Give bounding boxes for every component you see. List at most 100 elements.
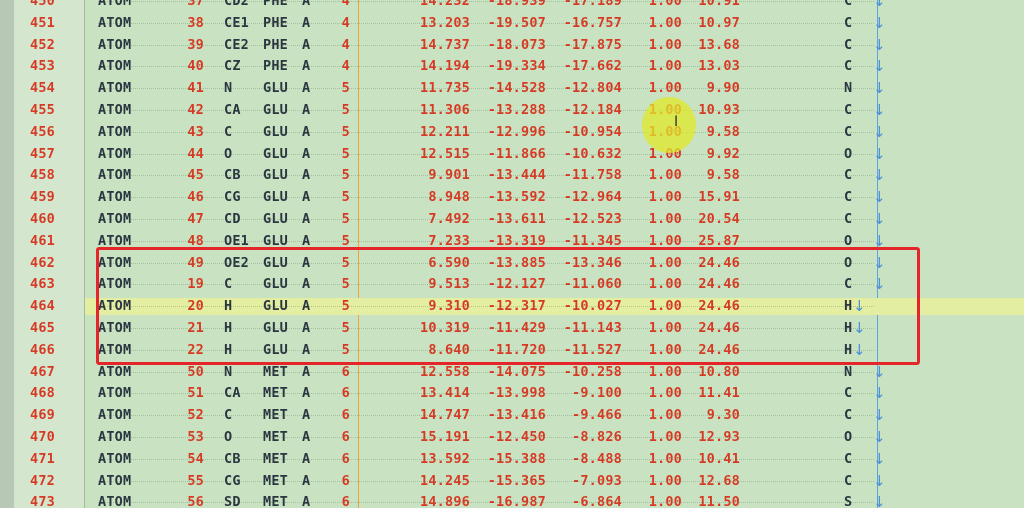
x-coord: 12.558 xyxy=(420,363,470,380)
element-symbol: C xyxy=(844,58,853,75)
line-number: 468 xyxy=(30,385,55,402)
line-end-arrow-icon: ↓ xyxy=(873,0,886,10)
residue-seq: 6 xyxy=(341,472,350,489)
record-name: ATOM xyxy=(98,80,132,97)
code-line[interactable]: 470 ATOM 53 O MET A 6 15.191 -12.450 -8.826 1.00 12… xyxy=(0,426,1024,448)
residue-name: PHE xyxy=(263,36,288,53)
x-coord: 14.737 xyxy=(420,36,470,53)
code-line[interactable]: 453 ATOM 40 CZ PHE A 4 14.194 -19.334 -17.662 1.00… xyxy=(0,55,1024,77)
element-symbol: C xyxy=(844,101,853,118)
record-name: ATOM xyxy=(98,167,132,184)
line-number: 472 xyxy=(30,472,55,489)
x-coord: 14.194 xyxy=(420,58,470,75)
line-number: 459 xyxy=(30,189,55,206)
occupancy: 1.00 xyxy=(648,167,682,184)
residue-seq: 5 xyxy=(341,80,350,97)
b-factor: 13.68 xyxy=(698,36,740,53)
code-line[interactable]: 454 ATOM 41 N GLU A 5 11.735 -14.528 -12.804 1.00 9… xyxy=(0,77,1024,99)
element-symbol: C xyxy=(844,189,853,206)
y-coord: -16.987 xyxy=(487,494,546,508)
atom-name: CE2 xyxy=(224,36,249,53)
atom-serial: 43 xyxy=(187,123,204,140)
code-line[interactable]: 468 ATOM 51 CA MET A 6 13.414 -13.998 -9.100 1.00 1… xyxy=(0,382,1024,404)
b-factor: 10.97 xyxy=(698,14,740,31)
code-line[interactable]: 460 ATOM 47 CD GLU A 5 7.492 -13.611 -12.523 1.00 2… xyxy=(0,208,1024,230)
code-line[interactable]: 451 ATOM 38 CE1 PHE A 4 13.203 -19.507 -16.757 1.0… xyxy=(0,12,1024,34)
line-number: 455 xyxy=(30,101,55,118)
y-coord: -11.866 xyxy=(487,145,546,162)
code-line[interactable]: 458 ATOM 45 CB GLU A 5 9.901 -13.444 -11.758 1.00 9… xyxy=(0,164,1024,186)
line-number: 458 xyxy=(30,167,55,184)
z-coord: -17.875 xyxy=(563,36,622,53)
chain-id: A xyxy=(302,123,311,140)
atom-serial: 41 xyxy=(187,80,204,97)
code-line[interactable]: 473 ATOM 56 SD MET A 6 14.896 -16.987 -6.864 1.00 1… xyxy=(0,491,1024,508)
code-line[interactable]: 455ATOM42CAGLUA511.306-13.288-12.1841.00… xyxy=(0,99,1024,121)
y-coord: -19.334 xyxy=(487,58,546,75)
element-symbol: C xyxy=(844,123,853,140)
z-coord: -9.100 xyxy=(572,385,622,402)
record-name: ATOM xyxy=(98,123,132,140)
residue-seq: 4 xyxy=(341,36,350,53)
line-end-arrow-icon: ↓ xyxy=(873,166,886,185)
z-coord: -8.826 xyxy=(572,428,622,445)
selection-highlight-box xyxy=(96,247,920,365)
code-line[interactable]: 471 ATOM 54 CB MET A 6 13.592 -15.388 -8.488 1.00 1… xyxy=(0,448,1024,470)
occupancy: 1.00 xyxy=(648,210,682,227)
occupancy: 1.00 xyxy=(648,80,682,97)
residue-name: MET xyxy=(263,472,288,489)
code-line[interactable]: 469 ATOM 52 C MET A 6 14.747 -13.416 -9.466 1.00 9.… xyxy=(0,404,1024,426)
record-name: ATOM xyxy=(98,450,132,467)
z-coord: -6.864 xyxy=(572,494,622,508)
code-line[interactable]: 452 ATOM 39 CE2 PHE A 4 14.737 -18.073 -17.875 1.0… xyxy=(0,34,1024,56)
atom-name: CE1 xyxy=(224,14,249,31)
code-line[interactable]: 459 ATOM 46 CG GLU A 5 8.948 -13.592 -12.964 1.00 1… xyxy=(0,186,1024,208)
line-number: 466 xyxy=(30,341,55,358)
x-coord: 11.306 xyxy=(420,101,470,118)
z-coord: -16.757 xyxy=(563,14,622,31)
line-number: 453 xyxy=(30,58,55,75)
line-number: 451 xyxy=(30,14,55,31)
residue-name: GLU xyxy=(263,167,288,184)
atom-serial: 42 xyxy=(187,101,204,118)
code-line[interactable]: 457 ATOM 44 O GLU A 5 12.515 -11.866 -10.632 1.00 9… xyxy=(0,143,1024,165)
occupancy: 1.00 xyxy=(648,472,682,489)
atom-name: CA xyxy=(224,101,241,118)
y-coord: -13.416 xyxy=(487,407,546,424)
y-coord: -13.444 xyxy=(487,167,546,184)
residue-seq: 5 xyxy=(341,210,350,227)
residue-seq: 4 xyxy=(341,14,350,31)
atom-name: CB xyxy=(224,450,241,467)
line-number: 471 xyxy=(30,450,55,467)
cursor-highlight xyxy=(642,97,696,153)
text-editor[interactable]: 450 ATOM 37 CD2 PHE A 4 14.232 -18.939 -17.189 1.0… xyxy=(0,0,1024,508)
element-symbol: S xyxy=(844,494,853,508)
chain-id: A xyxy=(302,189,311,206)
y-coord: -12.450 xyxy=(487,428,546,445)
occupancy: 1.00 xyxy=(648,363,682,380)
chain-id: A xyxy=(302,385,311,402)
atom-name: CB xyxy=(224,167,241,184)
y-coord: -15.365 xyxy=(487,472,546,489)
atom-name: CG xyxy=(224,189,241,206)
record-name: ATOM xyxy=(98,36,132,53)
line-end-arrow-icon: ↓ xyxy=(873,79,886,98)
b-factor: 10.41 xyxy=(698,450,740,467)
line-number: 470 xyxy=(30,428,55,445)
line-end-arrow-icon: ↓ xyxy=(873,144,886,163)
line-end-arrow-icon: ↓ xyxy=(873,493,886,508)
code-line[interactable]: 450 ATOM 37 CD2 PHE A 4 14.232 -18.939 -17.189 1.0… xyxy=(0,0,1024,12)
residue-name: PHE xyxy=(263,14,288,31)
chain-id: A xyxy=(302,36,311,53)
residue-seq: 6 xyxy=(341,407,350,424)
residue-seq: 6 xyxy=(341,385,350,402)
line-number: 456 xyxy=(30,123,55,140)
code-line[interactable]: 456ATOM43CGLUA512.211-12.996-10.9541.009… xyxy=(0,121,1024,143)
code-line[interactable]: 472 ATOM 55 CG MET A 6 14.245 -15.365 -7.093 1.00 1… xyxy=(0,470,1024,492)
atom-serial: 50 xyxy=(187,363,204,380)
element-symbol: C xyxy=(844,407,853,424)
occupancy: 1.00 xyxy=(648,407,682,424)
x-coord: 14.896 xyxy=(420,494,470,508)
atom-serial: 38 xyxy=(187,14,204,31)
residue-seq: 5 xyxy=(341,167,350,184)
